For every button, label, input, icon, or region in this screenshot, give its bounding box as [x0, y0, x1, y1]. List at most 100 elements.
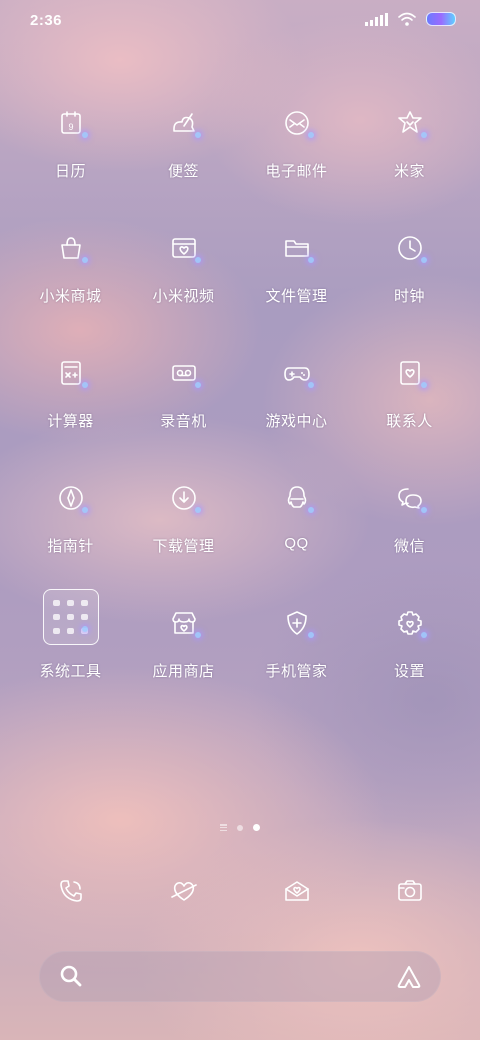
- app-mi-store[interactable]: 小米商城: [14, 217, 127, 329]
- app-settings[interactable]: 设置: [353, 592, 466, 704]
- app-calculator[interactable]: 计算器: [14, 342, 127, 454]
- gear-icon-wrap: [381, 594, 439, 652]
- browser-icon: [285, 881, 309, 901]
- video-icon: [171, 238, 196, 258]
- status-icons: [365, 12, 456, 26]
- app-email[interactable]: 电子邮件: [240, 92, 353, 204]
- wechat-icon: [397, 488, 422, 509]
- mijia-icon-wrap: [381, 94, 439, 152]
- app-store-icon-wrap: [155, 594, 213, 652]
- app-calendar[interactable]: 9 日历: [14, 92, 127, 204]
- gear-icon: [397, 611, 422, 635]
- app-label: 日历: [54, 163, 86, 180]
- app-label: 联系人: [386, 413, 433, 430]
- app-security[interactable]: 手机管家: [240, 592, 353, 704]
- notes-icon-wrap: [155, 94, 213, 152]
- folder-icon: [284, 240, 309, 257]
- download-icon-wrap: [155, 469, 213, 527]
- page-indicator[interactable]: [0, 824, 480, 831]
- app-label: 文件管理: [265, 288, 328, 305]
- app-clock[interactable]: 时钟: [353, 217, 466, 329]
- qq-icon-wrap: [268, 469, 326, 527]
- dock-messages[interactable]: [154, 865, 214, 917]
- shopping-bag-icon-wrap: [42, 219, 100, 277]
- qq-icon: [287, 486, 306, 508]
- mijia-icon: [397, 111, 422, 133]
- app-store-icon: [171, 612, 196, 634]
- messages-icon: [171, 882, 197, 901]
- app-qq[interactable]: QQ: [240, 467, 353, 579]
- signal-icon: [365, 12, 388, 26]
- recorder-icon-wrap: [155, 344, 213, 402]
- app-label: 电子邮件: [265, 163, 328, 180]
- security-shield-icon: [286, 611, 307, 635]
- folder-group-icon-wrap: [42, 588, 100, 646]
- app-label: 微信: [393, 538, 425, 555]
- calendar-icon-wrap: 9: [42, 94, 100, 152]
- security-shield-icon-wrap: [268, 594, 326, 652]
- folder-group-icon: [42, 589, 99, 645]
- app-label: 指南针: [47, 538, 94, 555]
- contacts-icon: [399, 361, 420, 385]
- wifi-icon: [398, 12, 416, 26]
- email-icon: [284, 111, 309, 135]
- calendar-icon: 9: [60, 111, 81, 134]
- app-system-tools-folder[interactable]: 系统工具: [14, 589, 127, 704]
- page-dot: [237, 824, 243, 831]
- app-label: 系统工具: [39, 663, 102, 680]
- app-label: QQ: [284, 535, 309, 552]
- app-label: 游戏中心: [265, 413, 328, 430]
- dock-browser[interactable]: [267, 865, 327, 917]
- dock-camera[interactable]: [380, 865, 440, 917]
- app-label: 时钟: [393, 288, 425, 305]
- recorder-icon: [171, 365, 196, 381]
- search-bar[interactable]: [39, 951, 441, 1004]
- voice-assistant-icon[interactable]: [395, 963, 423, 991]
- app-recorder[interactable]: 录音机: [127, 342, 240, 454]
- gamepad-icon-wrap: [268, 344, 326, 402]
- app-label: 计算器: [47, 413, 94, 430]
- app-label: 录音机: [160, 413, 207, 430]
- app-mi-video[interactable]: 小米视频: [127, 217, 240, 329]
- camera-icon: [398, 880, 422, 901]
- wechat-icon-wrap: [381, 469, 439, 527]
- app-label: 米家: [393, 163, 425, 180]
- phone-icon: [60, 880, 82, 902]
- app-label: 设置: [393, 663, 425, 680]
- status-bar: 2:36: [0, 0, 480, 42]
- download-icon: [171, 486, 196, 510]
- app-label: 小米视频: [152, 288, 215, 305]
- app-download-manager[interactable]: 下载管理: [127, 467, 240, 579]
- gamepad-icon: [283, 367, 310, 381]
- app-app-store[interactable]: 应用商店: [127, 592, 240, 704]
- app-mijia[interactable]: 米家: [353, 92, 466, 204]
- app-contacts[interactable]: 联系人: [353, 342, 466, 454]
- folder-icon-wrap: [268, 219, 326, 277]
- app-label: 应用商店: [152, 663, 215, 680]
- app-label: 下载管理: [152, 538, 215, 555]
- app-compass[interactable]: 指南针: [14, 467, 127, 579]
- app-label: 小米商城: [39, 288, 102, 305]
- page-dot-active: [253, 824, 260, 831]
- clock-icon-wrap: [381, 219, 439, 277]
- search-icon: [60, 965, 82, 987]
- search-input[interactable]: [97, 951, 381, 1004]
- compass-icon: [58, 486, 83, 510]
- status-time: 2:36: [30, 12, 63, 29]
- calculator-icon: [60, 361, 81, 385]
- battery-icon: [426, 12, 456, 26]
- app-game-center[interactable]: 游戏中心: [240, 342, 353, 454]
- app-file-manager[interactable]: 文件管理: [240, 217, 353, 329]
- compass-icon-wrap: [42, 469, 100, 527]
- app-notes[interactable]: 便签: [127, 92, 240, 204]
- shopping-bag-icon: [60, 237, 81, 259]
- app-label: 便签: [167, 163, 199, 180]
- app-wechat[interactable]: 微信: [353, 467, 466, 579]
- dock: [0, 865, 480, 925]
- minus-one-screen-indicator: [220, 824, 227, 831]
- notes-icon: [172, 113, 195, 132]
- calculator-icon-wrap: [42, 344, 100, 402]
- dock-phone[interactable]: [41, 865, 101, 917]
- calendar-day: 9: [68, 122, 73, 132]
- home-screen: 2:36 9 日历 便签 电子邮件 米家 小米商城 小米视频 文件管理 时钟 计…: [0, 0, 480, 1040]
